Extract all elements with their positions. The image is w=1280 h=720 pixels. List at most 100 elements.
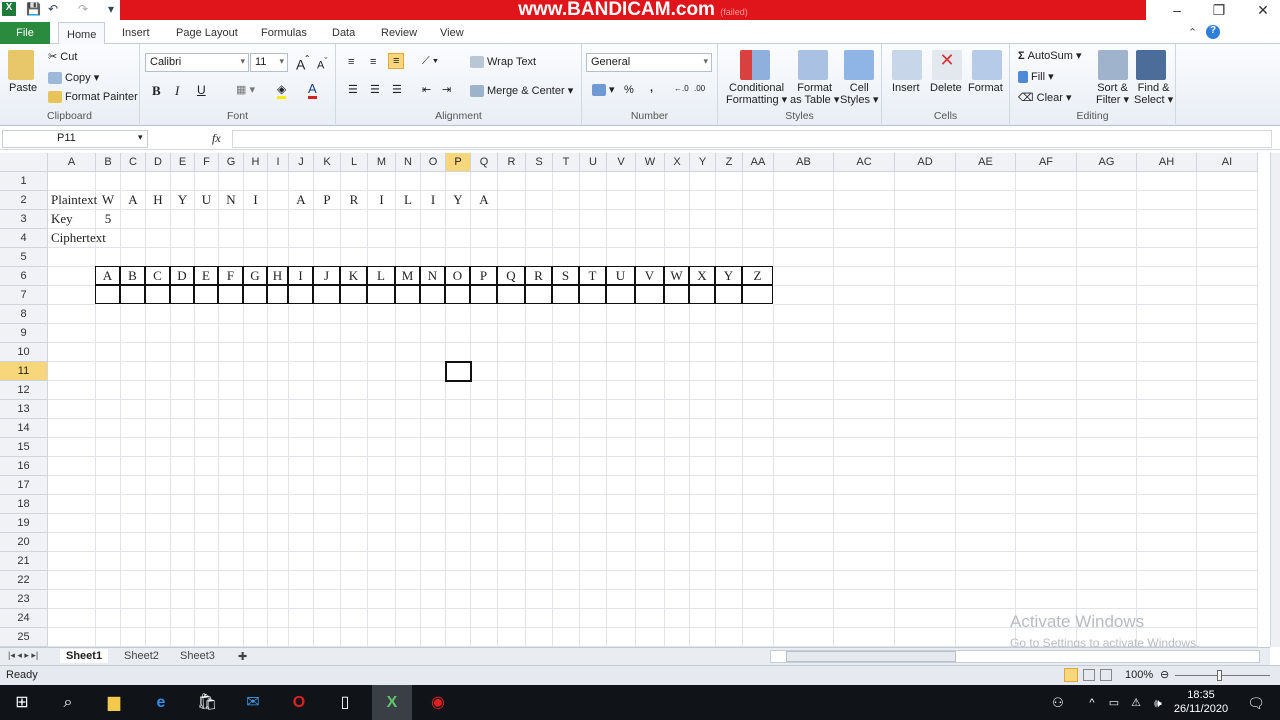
cell-w24[interactable] bbox=[636, 609, 665, 628]
grow-font-icon[interactable]: Aˆ bbox=[296, 54, 309, 73]
cell-ag22[interactable] bbox=[1077, 571, 1137, 590]
cell-t21[interactable] bbox=[553, 552, 580, 571]
zoom-out-icon[interactable]: ⊖ bbox=[1160, 668, 1169, 681]
cell-t16[interactable] bbox=[553, 457, 580, 476]
cell-s1[interactable] bbox=[526, 172, 553, 191]
cell-r3[interactable] bbox=[498, 210, 526, 229]
cell-q20[interactable] bbox=[471, 533, 498, 552]
cell-aa13[interactable] bbox=[743, 400, 774, 419]
insert-button[interactable]: Insert bbox=[892, 82, 920, 94]
cell-aa23[interactable] bbox=[743, 590, 774, 609]
cell-m23[interactable] bbox=[368, 590, 396, 609]
cell-ah19[interactable] bbox=[1137, 514, 1197, 533]
cell-u10[interactable] bbox=[580, 343, 607, 362]
cell-j19[interactable] bbox=[289, 514, 314, 533]
cell-r5[interactable] bbox=[498, 248, 526, 267]
cell-u11[interactable] bbox=[580, 362, 607, 381]
cell-w8[interactable] bbox=[636, 305, 665, 324]
cell-c12[interactable] bbox=[121, 381, 146, 400]
cell-af4[interactable] bbox=[1016, 229, 1077, 248]
autosum-button[interactable]: Σ AutoSum ▾ bbox=[1018, 49, 1082, 62]
bold-button[interactable]: B bbox=[152, 83, 161, 99]
cell-ae10[interactable] bbox=[956, 343, 1016, 362]
cell-y25[interactable] bbox=[690, 628, 716, 647]
undo-icon[interactable]: ↶ bbox=[48, 2, 58, 16]
cell-y11[interactable] bbox=[690, 362, 716, 381]
cell-e4[interactable] bbox=[171, 229, 195, 248]
cell-p8[interactable] bbox=[446, 305, 471, 324]
cell-k14[interactable] bbox=[314, 419, 341, 438]
cell-q5[interactable] bbox=[471, 248, 498, 267]
cell-i23[interactable] bbox=[268, 590, 289, 609]
cell-h24[interactable] bbox=[244, 609, 268, 628]
cell-r20[interactable] bbox=[498, 533, 526, 552]
cell-g21[interactable] bbox=[219, 552, 244, 571]
row-header-25[interactable]: 25 bbox=[0, 628, 48, 647]
cell-ad18[interactable] bbox=[895, 495, 956, 514]
cell-ae25[interactable] bbox=[956, 628, 1016, 647]
cell-d9[interactable] bbox=[146, 324, 171, 343]
conditional-formatting-button[interactable]: Conditional Formatting ▾ bbox=[726, 82, 787, 106]
cell-h8[interactable] bbox=[244, 305, 268, 324]
cell-ad24[interactable] bbox=[895, 609, 956, 628]
cell-l22[interactable] bbox=[341, 571, 368, 590]
cell-aa21[interactable] bbox=[743, 552, 774, 571]
column-header-l[interactable]: L bbox=[341, 153, 368, 172]
cell-h17[interactable] bbox=[244, 476, 268, 495]
cell-ae22[interactable] bbox=[956, 571, 1016, 590]
cell-o13[interactable] bbox=[421, 400, 446, 419]
fx-button[interactable]: fx bbox=[212, 131, 221, 146]
cell-t6[interactable]: S bbox=[552, 266, 579, 285]
delete-button[interactable]: Delete bbox=[930, 82, 962, 94]
cell-s17[interactable] bbox=[526, 476, 553, 495]
cell-n15[interactable] bbox=[396, 438, 421, 457]
cell-aa2[interactable] bbox=[743, 191, 774, 210]
cell-v8[interactable] bbox=[607, 305, 636, 324]
cell-p13[interactable] bbox=[446, 400, 471, 419]
cell-e18[interactable] bbox=[171, 495, 195, 514]
cell-i13[interactable] bbox=[268, 400, 289, 419]
cell-l16[interactable] bbox=[341, 457, 368, 476]
cell-d12[interactable] bbox=[146, 381, 171, 400]
cell-g24[interactable] bbox=[219, 609, 244, 628]
cell-p2[interactable]: Y bbox=[446, 191, 471, 210]
cell-g6[interactable]: F bbox=[218, 266, 243, 285]
cell-ac19[interactable] bbox=[834, 514, 895, 533]
cell-ai7[interactable] bbox=[1197, 286, 1258, 305]
column-header-af[interactable]: AF bbox=[1016, 153, 1077, 172]
cell-s23[interactable] bbox=[526, 590, 553, 609]
cell-ac20[interactable] bbox=[834, 533, 895, 552]
cell-g25[interactable] bbox=[219, 628, 244, 647]
cell-d20[interactable] bbox=[146, 533, 171, 552]
cell-c21[interactable] bbox=[121, 552, 146, 571]
cell-l19[interactable] bbox=[341, 514, 368, 533]
cell-a14[interactable] bbox=[48, 419, 96, 438]
cell-b9[interactable] bbox=[96, 324, 121, 343]
page-break-view-icon[interactable] bbox=[1100, 669, 1112, 681]
cell-s19[interactable] bbox=[526, 514, 553, 533]
cell-n20[interactable] bbox=[396, 533, 421, 552]
cell-b14[interactable] bbox=[96, 419, 121, 438]
cell-r1[interactable] bbox=[498, 172, 526, 191]
cell-f23[interactable] bbox=[195, 590, 219, 609]
cell-t20[interactable] bbox=[553, 533, 580, 552]
cell-z1[interactable] bbox=[716, 172, 743, 191]
align-middle-icon[interactable]: ≡ bbox=[370, 56, 376, 68]
cell-g20[interactable] bbox=[219, 533, 244, 552]
cell-j18[interactable] bbox=[289, 495, 314, 514]
cell-u12[interactable] bbox=[580, 381, 607, 400]
cell-r24[interactable] bbox=[498, 609, 526, 628]
cell-ae5[interactable] bbox=[956, 248, 1016, 267]
cell-styles-button[interactable]: Cell Styles ▾ bbox=[840, 82, 879, 106]
cell-af1[interactable] bbox=[1016, 172, 1077, 191]
file-explorer-icon[interactable]: ▆ bbox=[104, 693, 124, 713]
insert-sheet-icon[interactable]: ✚ bbox=[232, 649, 253, 664]
cell-v12[interactable] bbox=[607, 381, 636, 400]
cell-d18[interactable] bbox=[146, 495, 171, 514]
cell-c24[interactable] bbox=[121, 609, 146, 628]
cell-g12[interactable] bbox=[219, 381, 244, 400]
cell-s18[interactable] bbox=[526, 495, 553, 514]
column-header-ah[interactable]: AH bbox=[1137, 153, 1197, 172]
cell-v20[interactable] bbox=[607, 533, 636, 552]
cell-c7[interactable] bbox=[120, 285, 145, 304]
